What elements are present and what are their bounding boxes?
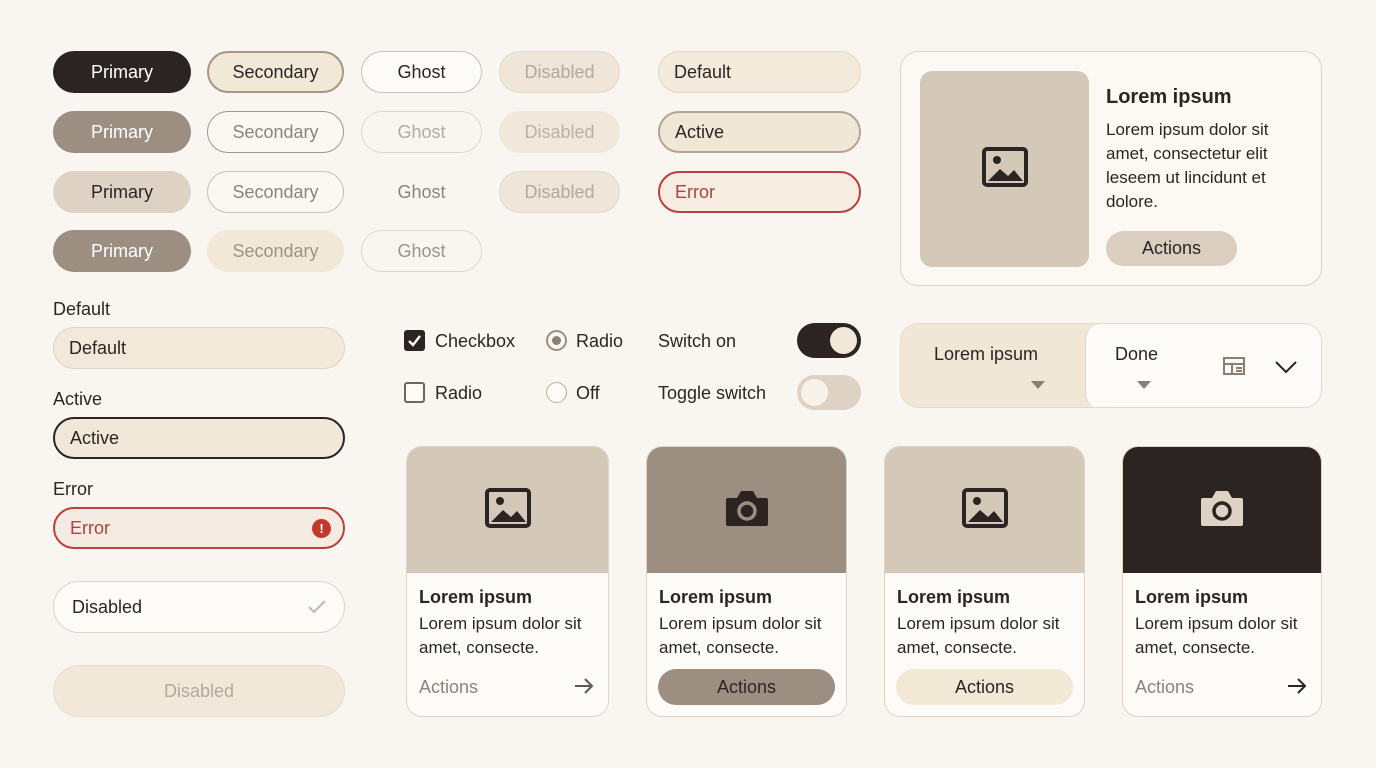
checkbox-checked[interactable] bbox=[404, 330, 425, 351]
card-1-action-link[interactable]: Actions bbox=[419, 677, 478, 698]
card-4-media bbox=[1123, 447, 1321, 573]
feature-card: Lorem ipsum Lorem ipsum dolor sit amet, … bbox=[900, 51, 1322, 286]
default-input[interactable]: Default bbox=[53, 327, 345, 369]
checkbox-checked-label: Checkbox bbox=[435, 331, 516, 351]
image-icon bbox=[981, 146, 1028, 192]
switch-on-label: Switch on bbox=[658, 331, 737, 351]
toggle-switch-off[interactable] bbox=[797, 375, 861, 410]
image-icon bbox=[961, 487, 1008, 533]
ghost-button-outlined[interactable]: Ghost bbox=[361, 51, 482, 93]
radio-off[interactable] bbox=[546, 382, 567, 403]
error-field-label: Error bbox=[53, 479, 93, 499]
feature-card-media bbox=[920, 71, 1089, 267]
camera-icon bbox=[724, 488, 770, 533]
checkbox-unchecked[interactable] bbox=[404, 382, 425, 403]
toggle-switch-knob bbox=[801, 379, 828, 406]
pill-error-label: Error bbox=[675, 181, 715, 202]
card-1-body: Lorem ipsum dolor sit amet, consecte. bbox=[419, 614, 582, 657]
error-input[interactable]: Error ! bbox=[53, 507, 345, 549]
image-icon bbox=[484, 487, 531, 533]
ghost-button-light[interactable]: Ghost bbox=[361, 111, 482, 153]
switch-on-knob bbox=[830, 327, 857, 354]
radio-selected-label: Radio bbox=[576, 331, 624, 351]
toggle-switch-label: Toggle switch bbox=[658, 383, 767, 403]
primary-button-pressed[interactable]: Primary bbox=[53, 230, 191, 272]
segment-done[interactable]: Done bbox=[1085, 324, 1321, 407]
secondary-button-outlined[interactable]: Secondary bbox=[207, 111, 344, 153]
camera-icon bbox=[1199, 488, 1245, 533]
card-1-title: Lorem ipsum bbox=[419, 587, 533, 607]
segment-lorem-ipsum[interactable]: Lorem ipsum bbox=[901, 324, 1086, 407]
card-3-body: Lorem ipsum dolor sit amet, consecte. bbox=[897, 614, 1060, 657]
arrow-right-icon[interactable] bbox=[1287, 677, 1307, 700]
segment-right-label: Done bbox=[1115, 344, 1159, 364]
card-3-title: Lorem ipsum bbox=[897, 587, 1011, 607]
ghost-button-outline-light[interactable]: Ghost bbox=[361, 230, 482, 272]
error-alert-icon: ! bbox=[312, 519, 331, 538]
disabled-check-value: Disabled bbox=[72, 596, 143, 617]
pill-active[interactable]: Active bbox=[658, 111, 861, 153]
feature-card-body: Lorem ipsum dolor sit amet, consectetur … bbox=[1106, 120, 1269, 211]
content-card-3: Lorem ipsum Lorem ipsum dolor sit amet, … bbox=[884, 446, 1085, 717]
card-1-media bbox=[407, 447, 608, 573]
pill-default[interactable]: Default bbox=[658, 51, 861, 93]
caret-down-icon bbox=[1137, 376, 1151, 394]
error-input-value: Error bbox=[70, 517, 110, 538]
arrow-right-icon[interactable] bbox=[574, 677, 594, 700]
disabled-input: Disabled bbox=[53, 665, 345, 717]
radio-selected[interactable] bbox=[546, 330, 567, 351]
content-card-1: Lorem ipsum Lorem ipsum dolor sit amet, … bbox=[406, 446, 609, 717]
content-card-4: Lorem ipsum Lorem ipsum dolor sit amet, … bbox=[1122, 446, 1322, 717]
default-field-label: Default bbox=[53, 299, 111, 319]
primary-button-hover[interactable]: Primary bbox=[53, 111, 191, 153]
content-card-2: Lorem ipsum Lorem ipsum dolor sit amet, … bbox=[646, 446, 847, 717]
card-2-title: Lorem ipsum bbox=[659, 587, 773, 607]
radio-off-label: Off bbox=[576, 383, 600, 403]
chevron-down-icon[interactable] bbox=[1275, 361, 1297, 379]
card-3-action-button[interactable]: Actions bbox=[896, 669, 1073, 705]
caret-down-icon bbox=[1031, 376, 1045, 394]
checkmark-icon bbox=[308, 598, 326, 619]
card-4-body: Lorem ipsum dolor sit amet, consecte. bbox=[1135, 614, 1298, 657]
active-input[interactable]: Active bbox=[53, 417, 345, 459]
active-field-label: Active bbox=[53, 389, 103, 409]
segment-left-label: Lorem ipsum bbox=[934, 344, 1039, 364]
default-input-value: Default bbox=[69, 337, 127, 358]
disabled-button-outlined: Disabled bbox=[499, 171, 620, 213]
primary-button-sand[interactable]: Primary bbox=[53, 171, 191, 213]
primary-button-filled[interactable]: Primary bbox=[53, 51, 191, 93]
feature-card-title: Lorem ipsum bbox=[1106, 86, 1232, 108]
card-2-body: Lorem ipsum dolor sit amet, consecte. bbox=[659, 614, 822, 657]
active-input-value: Active bbox=[70, 427, 120, 448]
pill-error[interactable]: Error bbox=[658, 171, 861, 213]
disabled-button-soft: Disabled bbox=[499, 111, 620, 153]
ghost-button-text[interactable]: Ghost bbox=[361, 171, 482, 213]
pill-default-label: Default bbox=[674, 61, 732, 82]
layout-icon[interactable] bbox=[1223, 357, 1245, 380]
disabled-button: Disabled bbox=[499, 51, 620, 93]
disabled-check-input: Disabled bbox=[53, 581, 345, 633]
secondary-button-cream[interactable]: Secondary bbox=[207, 230, 344, 272]
card-2-media bbox=[647, 447, 846, 573]
checkbox-unchecked-label: Radio bbox=[435, 383, 483, 403]
segmented-dropdown-bar: Lorem ipsum Done bbox=[900, 323, 1322, 408]
switch-on-toggle[interactable] bbox=[797, 323, 861, 358]
pill-active-label: Active bbox=[675, 121, 725, 142]
card-4-title: Lorem ipsum bbox=[1135, 587, 1249, 607]
secondary-button-filled[interactable]: Secondary bbox=[207, 51, 344, 93]
secondary-button-light[interactable]: Secondary bbox=[207, 171, 344, 213]
card-3-media bbox=[885, 447, 1084, 573]
card-4-action-link[interactable]: Actions bbox=[1135, 677, 1194, 698]
card-2-action-button[interactable]: Actions bbox=[658, 669, 835, 705]
feature-card-action-button[interactable]: Actions bbox=[1106, 231, 1237, 266]
